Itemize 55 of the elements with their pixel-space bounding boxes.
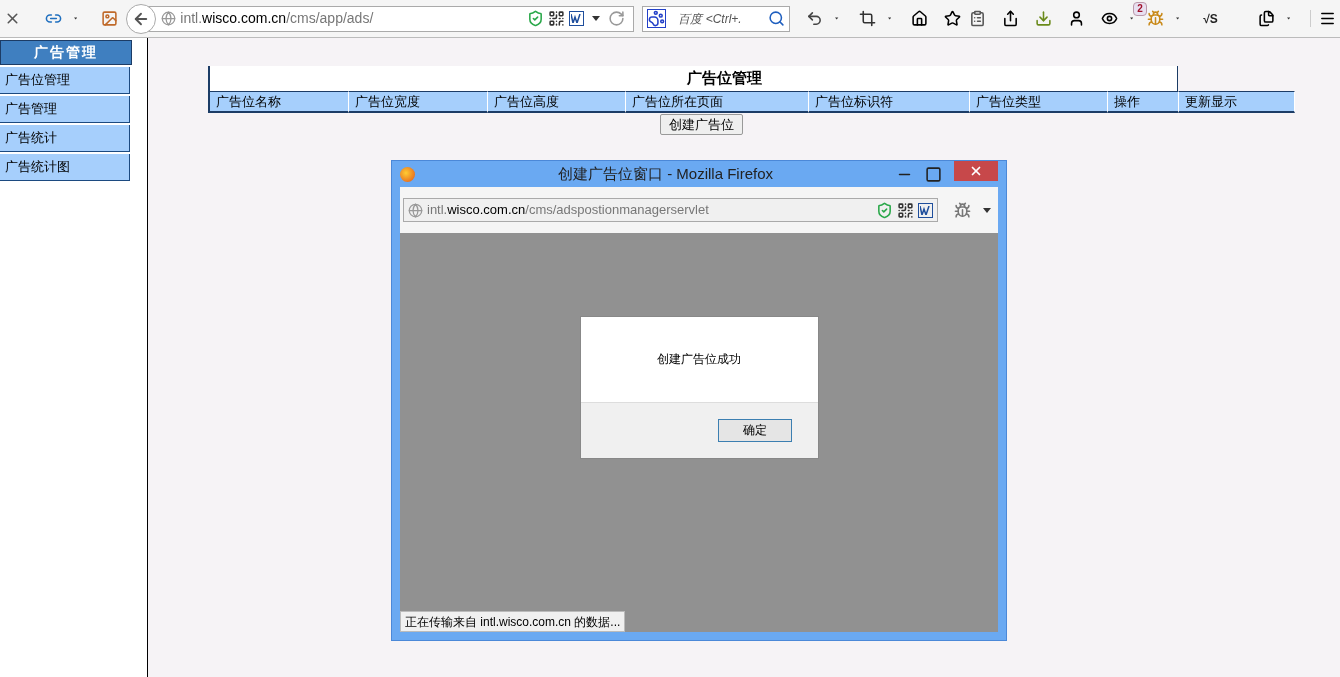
column-header: 广告位类型: [970, 91, 1108, 113]
address-bar[interactable]: intl.wisco.com.cn/cms/app/ads/: [148, 5, 635, 32]
search-field[interactable]: 百度 <Ctrl+.: [678, 5, 769, 32]
table-title: 广告位管理: [208, 66, 1178, 91]
reload-icon[interactable]: [608, 10, 626, 27]
crop-icon[interactable]: [858, 10, 876, 27]
url-text: intl.wisco.com.cn/cms/app/ads/: [180, 9, 374, 28]
paw-icon[interactable]: [647, 9, 667, 28]
undo-icon[interactable]: [806, 10, 824, 27]
column-header: 广告位所在页面: [626, 91, 809, 113]
ok-button[interactable]: 确定: [717, 418, 792, 442]
qr-code-icon[interactable]: [548, 10, 566, 27]
sidebar-title: 广告管理: [0, 40, 132, 65]
bug-icon[interactable]: [1146, 10, 1164, 27]
back-button[interactable]: [126, 3, 157, 34]
home-icon[interactable]: [910, 10, 928, 27]
close-button[interactable]: [954, 161, 998, 181]
qr-code-icon[interactable]: [897, 201, 914, 219]
menu-icon[interactable]: [1310, 10, 1337, 27]
globe-icon: [161, 11, 177, 26]
sidebar-item[interactable]: 广告管理: [0, 96, 130, 123]
download-icon[interactable]: [1034, 10, 1052, 27]
bug-icon[interactable]: [954, 201, 971, 219]
alert-message: 创建广告位成功: [580, 316, 818, 403]
sidebar-item[interactable]: 广告统计图: [0, 154, 130, 181]
caret-icon[interactable]: [592, 16, 601, 21]
caret-icon[interactable]: [983, 207, 991, 213]
list-icon[interactable]: [968, 10, 986, 27]
column-header: 广告位高度: [488, 91, 626, 113]
star-icon[interactable]: [943, 10, 961, 27]
sidebar-item[interactable]: 广告统计: [0, 125, 130, 152]
column-header: 操作: [1108, 91, 1179, 113]
search-icon[interactable]: [768, 10, 786, 27]
eye-icon[interactable]: [1100, 10, 1118, 27]
status-text: 正在传输来自 intl.wisco.com.cn 的数据...: [400, 611, 626, 632]
column-header: 广告位标识符: [809, 91, 970, 113]
firefox-logo-icon: [400, 166, 415, 182]
close-icon[interactable]: [969, 164, 983, 178]
url-text: intl.wisco.com.cn/cms/adspostionmanagerservlet: [427, 201, 709, 220]
notification-badge: 2: [1133, 1, 1147, 16]
sidebar-item[interactable]: 广告位管理: [0, 67, 130, 94]
globe-icon: [408, 202, 423, 218]
word-icon[interactable]: [569, 11, 585, 26]
column-header: 广告位宽度: [349, 91, 488, 113]
extension-button[interactable]: √S: [1203, 9, 1218, 28]
popup-address-bar[interactable]: intl.wisco.com.cn/cms/adspostionmanagerservlet: [403, 198, 938, 222]
column-header: 广告位名称: [210, 91, 349, 113]
create-button[interactable]: 创建广告位: [660, 114, 743, 135]
maximize-icon[interactable]: [925, 165, 942, 183]
picture-icon[interactable]: [101, 10, 119, 27]
word-icon[interactable]: [918, 202, 933, 218]
column-header: 更新显示: [1179, 91, 1295, 113]
window-title: 创建广告位窗口 - Mozilla Firefox: [557, 163, 774, 184]
pages-icon[interactable]: [1257, 10, 1275, 27]
share-icon[interactable]: [1001, 10, 1019, 27]
